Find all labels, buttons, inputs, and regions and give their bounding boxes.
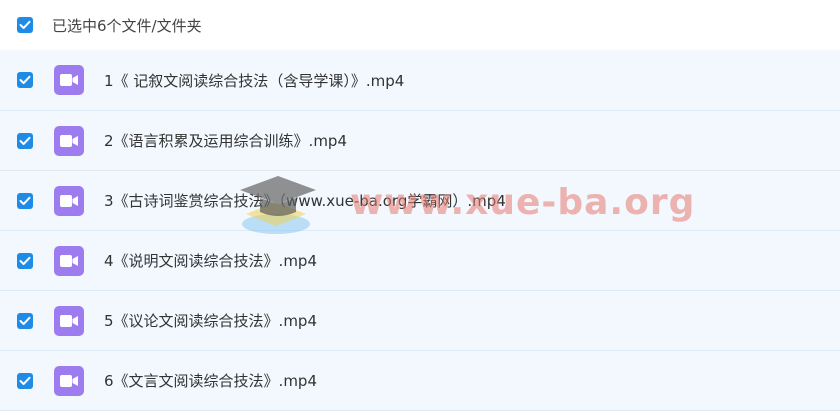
file-list: 1《 记叙文阅读综合技法（含导学课）》.mp4 2《语言积累及运用综合训练》.m… xyxy=(0,50,840,411)
file-name[interactable]: 1《 记叙文阅读综合技法（含导学课）》.mp4 xyxy=(104,70,404,91)
file-checkbox[interactable] xyxy=(17,72,33,88)
file-name[interactable]: 5《议论文阅读综合技法》.mp4 xyxy=(104,310,317,331)
file-name[interactable]: 3《古诗词鉴赏综合技法》（www.xue-ba.org学霸网）.mp4 xyxy=(104,190,506,211)
file-row[interactable]: 1《 记叙文阅读综合技法（含导学课）》.mp4 xyxy=(0,50,840,111)
checkmark-icon xyxy=(19,256,31,265)
file-row[interactable]: 4《说明文阅读综合技法》.mp4 xyxy=(0,231,840,291)
file-checkbox[interactable] xyxy=(17,312,33,329)
file-row[interactable]: 6《文言文阅读综合技法》.mp4 xyxy=(0,351,840,411)
video-icon xyxy=(54,305,84,336)
file-row[interactable]: 3《古诗词鉴赏综合技法》（www.xue-ba.org学霸网）.mp4 xyxy=(0,171,840,231)
video-icon xyxy=(54,65,84,95)
checkmark-icon xyxy=(19,136,31,145)
video-icon xyxy=(54,185,84,216)
file-checkbox[interactable] xyxy=(17,372,33,389)
video-icon xyxy=(54,365,84,396)
file-checkbox[interactable] xyxy=(17,192,33,209)
file-name[interactable]: 2《语言积累及运用综合训练》.mp4 xyxy=(104,130,347,151)
select-all-checkbox[interactable] xyxy=(17,17,33,33)
selection-header: 已选中6个文件/文件夹 xyxy=(0,0,840,50)
selection-count-label: 已选中6个文件/文件夹 xyxy=(52,16,202,35)
checkmark-icon xyxy=(19,316,31,325)
video-icon xyxy=(54,125,84,156)
file-checkbox[interactable] xyxy=(17,252,33,269)
file-name[interactable]: 6《文言文阅读综合技法》.mp4 xyxy=(104,370,317,391)
file-row[interactable]: 2《语言积累及运用综合训练》.mp4 xyxy=(0,111,840,171)
video-icon xyxy=(54,245,84,276)
file-name[interactable]: 4《说明文阅读综合技法》.mp4 xyxy=(104,250,317,271)
checkmark-icon xyxy=(19,376,31,385)
checkmark-icon xyxy=(19,75,31,84)
checkmark-icon xyxy=(19,20,31,29)
file-row[interactable]: 5《议论文阅读综合技法》.mp4 xyxy=(0,291,840,351)
file-checkbox[interactable] xyxy=(17,132,33,149)
checkmark-icon xyxy=(19,196,31,205)
